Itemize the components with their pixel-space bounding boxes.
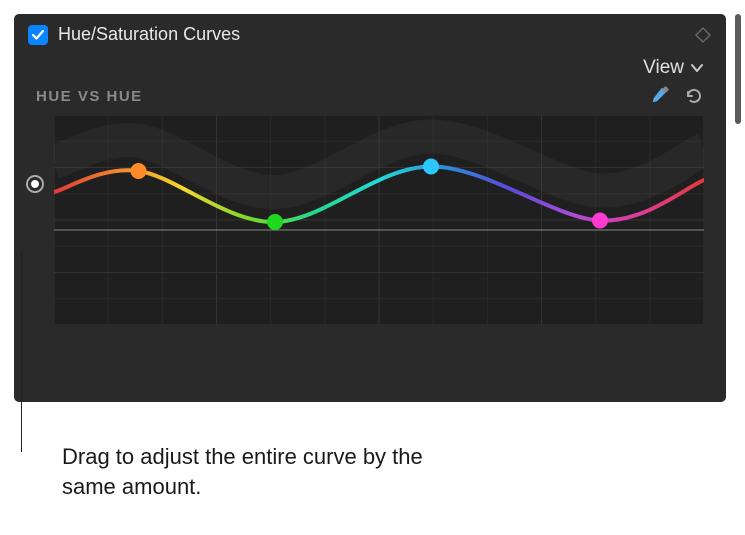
enable-checkbox[interactable] — [28, 25, 48, 45]
graph-header-row: HUE VS HUE — [14, 81, 726, 115]
global-curve-handle[interactable] — [26, 175, 44, 193]
hue-saturation-panel: Hue/Saturation Curves View HUE VS HUE — [14, 14, 726, 402]
graph-area — [54, 115, 704, 325]
panel-title: Hue/Saturation Curves — [58, 24, 240, 45]
graph-label: HUE VS HUE — [36, 88, 143, 105]
graph-tools — [648, 85, 704, 107]
eyedropper-icon[interactable] — [648, 85, 670, 107]
keyframe-icon[interactable] — [694, 26, 712, 44]
callout-text: Drag to adjust the entire curve by the s… — [62, 442, 442, 501]
view-label: View — [643, 57, 684, 79]
panel-toolbar: View — [14, 51, 726, 81]
hue-vs-hue-graph[interactable] — [54, 115, 704, 325]
curve-point[interactable] — [423, 159, 439, 175]
reset-icon[interactable] — [684, 86, 704, 106]
header-right — [694, 26, 712, 44]
panel-header: Hue/Saturation Curves — [14, 14, 726, 51]
curve-point[interactable] — [592, 213, 608, 229]
curve-point[interactable] — [267, 214, 283, 230]
callout-leader-line — [21, 252, 22, 452]
curve-point[interactable] — [131, 163, 147, 179]
chevron-down-icon — [690, 63, 704, 73]
view-dropdown[interactable]: View — [643, 57, 704, 79]
checkmark-icon — [31, 28, 45, 42]
scrollbar[interactable] — [735, 14, 741, 124]
